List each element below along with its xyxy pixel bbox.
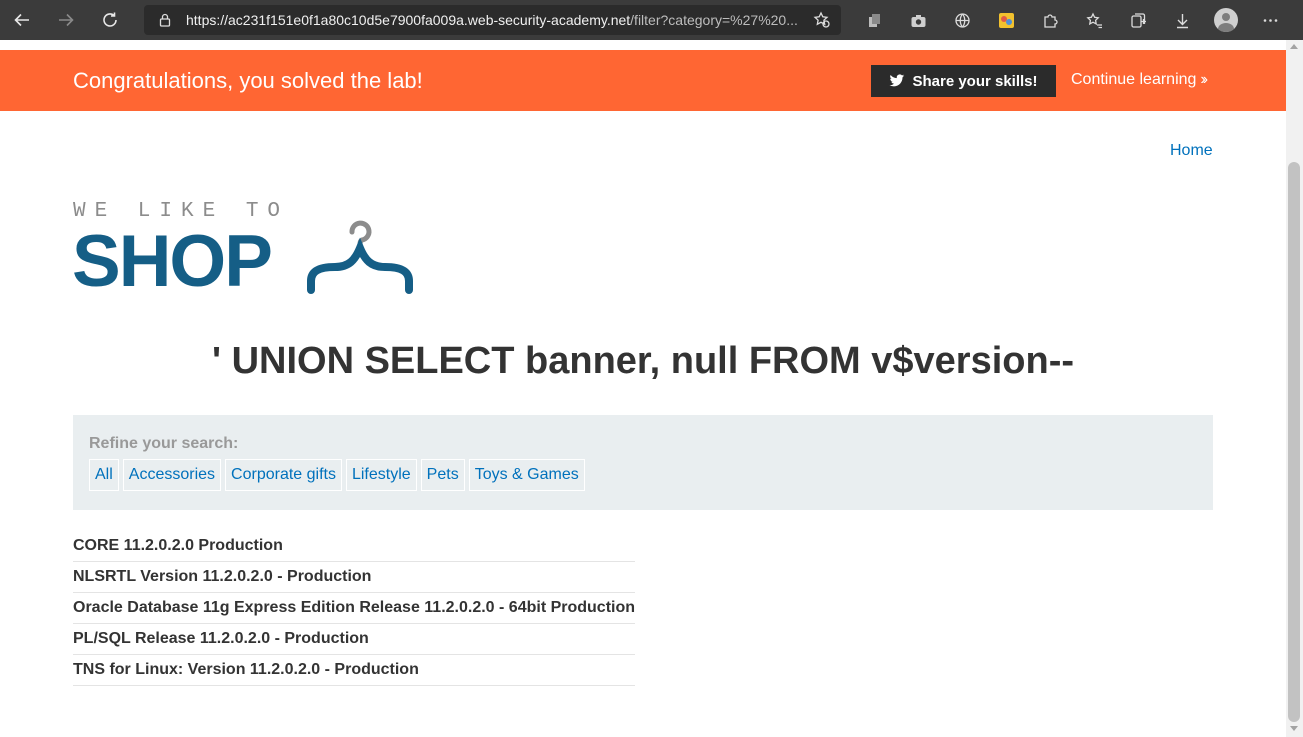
arrow-right-icon: [59, 13, 74, 27]
table-row: Oracle Database 11g Express Edition Rele…: [73, 593, 635, 624]
copy-icon: [868, 13, 880, 27]
category-filter-toys-games[interactable]: Toys & Games: [468, 459, 585, 491]
ellipsis-icon: [1263, 18, 1277, 22]
screenshot-extension-button[interactable]: [896, 0, 940, 40]
category-filter-all[interactable]: All: [89, 459, 119, 491]
banner-title: Congratulations, you solved the lab!: [73, 68, 423, 93]
home-link[interactable]: Home: [1170, 142, 1213, 160]
extensions-button[interactable]: [1028, 0, 1072, 40]
category-filter-accessories[interactable]: Accessories: [122, 459, 222, 491]
share-skills-button[interactable]: Share your skills!: [871, 65, 1056, 97]
refresh-button[interactable]: [88, 0, 132, 40]
share-skills-label: Share your skills!: [912, 72, 1038, 90]
category-filter-list: All Accessories Corporate gifts Lifestyl…: [89, 459, 585, 491]
shop-logo[interactable]: WE LIKE TO SHOP: [72, 200, 432, 302]
page-title: ' UNION SELECT banner, null FROM v$versi…: [211, 340, 1075, 382]
arrow-left-icon: [14, 13, 29, 27]
continue-learning-link[interactable]: Continue learning ››: [1071, 71, 1208, 89]
table-row: TNS for Linux: Version 11.2.0.2.0 - Prod…: [73, 655, 635, 686]
url-host: https://ac231f151e0f1a80c10d5e7900fa009a…: [186, 12, 631, 28]
category-filter-lifestyle[interactable]: Lifestyle: [345, 459, 417, 491]
browser-toolbar: https://ac231f151e0f1a80c10d5e7900fa009a…: [0, 0, 1303, 40]
add-favorite-icon[interactable]: [813, 11, 831, 29]
url-text: https://ac231f151e0f1a80c10d5e7900fa009a…: [186, 12, 806, 28]
twitter-icon: [889, 74, 905, 87]
table-row: CORE 11.2.0.2.0 Production: [73, 531, 635, 562]
favorites-list-icon: [1085, 12, 1102, 28]
collections-extension-button[interactable]: [852, 0, 896, 40]
collections-icon: [1130, 12, 1146, 28]
more-menu-button[interactable]: [1248, 0, 1292, 40]
download-icon: [1176, 13, 1188, 28]
refresh-icon: [103, 12, 117, 27]
page-viewport: Congratulations, you solved the lab! Sha…: [0, 40, 1286, 737]
avatar: [1214, 8, 1238, 32]
vertical-scrollbar[interactable]: [1286, 40, 1303, 737]
lab-solved-banner: Congratulations, you solved the lab! Sha…: [0, 50, 1286, 111]
logo-title: SHOP: [72, 221, 273, 302]
category-filter-pets[interactable]: Pets: [420, 459, 465, 491]
camera-icon: [911, 14, 925, 27]
refine-search-label: Refine your search:: [89, 435, 239, 452]
table-row: PL/SQL Release 11.2.0.2.0 - Production: [73, 624, 635, 655]
downloads-button[interactable]: [1160, 0, 1204, 40]
globe-icon: [954, 12, 970, 28]
table-row: NLSRTL Version 11.2.0.2.0 - Production: [73, 562, 635, 593]
collections-button[interactable]: [1116, 0, 1160, 40]
back-button[interactable]: [0, 0, 44, 40]
language-extension-button[interactable]: [940, 0, 984, 40]
scroll-up-icon[interactable]: [1290, 44, 1298, 49]
hanger-icon: [307, 220, 413, 294]
scroll-down-icon[interactable]: [1290, 726, 1298, 731]
category-filter-corporate-gifts[interactable]: Corporate gifts: [225, 459, 342, 491]
extension-badge-icon: [998, 12, 1014, 28]
colorful-extension-button[interactable]: [984, 0, 1028, 40]
scrollbar-thumb[interactable]: [1288, 162, 1300, 722]
url-path: /filter?category=%27%20...: [630, 12, 798, 28]
forward-button[interactable]: [44, 0, 88, 40]
refine-search-panel: Refine your search: All Accessories Corp…: [73, 415, 1213, 510]
double-chevron-right-icon: ››: [1200, 71, 1207, 88]
lock-icon: [159, 13, 171, 27]
favorites-button[interactable]: [1072, 0, 1116, 40]
profile-button[interactable]: [1204, 0, 1248, 40]
results-table: CORE 11.2.0.2.0 Production NLSRTL Versio…: [73, 531, 635, 686]
puzzle-icon: [1043, 13, 1058, 28]
continue-learning-label: Continue learning: [1071, 71, 1197, 88]
address-bar[interactable]: https://ac231f151e0f1a80c10d5e7900fa009a…: [144, 5, 841, 35]
